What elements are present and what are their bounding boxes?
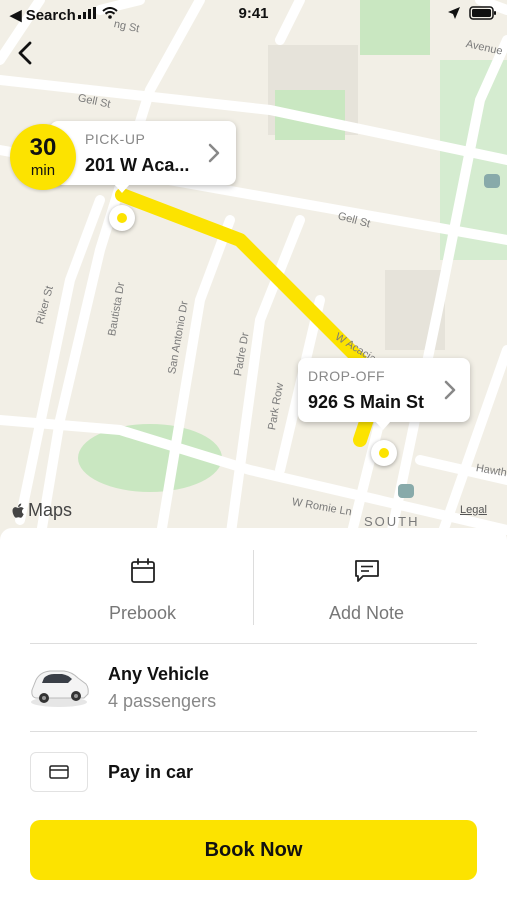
add-note-button[interactable]: Add Note	[254, 528, 479, 643]
vehicle-row[interactable]: Any Vehicle 4 passengers	[0, 644, 507, 730]
apple-logo-icon	[12, 503, 24, 518]
pickup-address: 201 W Aca...	[85, 155, 190, 175]
maps-label: Maps	[28, 500, 73, 520]
chevron-right-icon	[444, 380, 456, 400]
dropoff-address: 926 S Main St	[308, 392, 425, 412]
car-icon	[31, 670, 89, 707]
eta-value: 30	[29, 134, 57, 161]
payment-label: Pay in car	[108, 762, 194, 782]
payment-icon-box	[30, 752, 88, 792]
pickup-pin	[109, 205, 135, 231]
calendar-icon	[130, 558, 155, 583]
message-icon	[354, 560, 379, 582]
eta-badge: 30 min	[10, 124, 76, 190]
location-arrow-icon	[448, 7, 460, 19]
dropoff-caption: DROP-OFF	[308, 368, 386, 384]
district-label: SOUTH	[364, 514, 420, 529]
credit-card-icon	[49, 765, 69, 779]
maps-attribution: Maps	[12, 500, 72, 521]
back-button[interactable]	[10, 36, 40, 70]
pickup-callout[interactable]: PICK-UP 201 W Aca...	[50, 121, 236, 185]
dropoff-pin	[371, 440, 397, 466]
eta-unit: min	[30, 162, 56, 179]
pickup-caption: PICK-UP	[85, 131, 146, 147]
vehicle-subtitle: 4 passengers	[108, 691, 217, 711]
status-time: 9:41	[238, 5, 269, 22]
battery-icon	[469, 6, 496, 20]
prebook-button[interactable]: Prebook	[30, 528, 255, 643]
map-view[interactable]: ng St Gell St Gell St Avenue Riker St Ba…	[0, 0, 507, 540]
chevron-right-icon	[208, 143, 220, 163]
book-now-button[interactable]: Book Now	[30, 820, 477, 880]
callout-pointer	[375, 421, 391, 430]
callout-pointer	[114, 184, 130, 193]
status-icons	[447, 6, 497, 20]
vehicle-title: Any Vehicle	[108, 664, 210, 684]
dropoff-callout[interactable]: DROP-OFF 926 S Main St	[298, 358, 470, 422]
map-base	[0, 0, 507, 540]
legal-link[interactable]: Legal	[460, 504, 487, 516]
payment-row[interactable]: Pay in car	[0, 732, 507, 812]
status-bar: ◀ Search 9:41	[0, 0, 507, 30]
signal-wifi	[78, 7, 118, 19]
wifi-icon	[102, 7, 118, 19]
chevron-left-icon	[18, 41, 32, 65]
cellular-signal-icon	[78, 7, 96, 19]
add-note-label: Add Note	[328, 603, 405, 623]
prebook-label: Prebook	[108, 603, 177, 623]
booking-sheet: Prebook Add Note Any Vehicle 4 passenger…	[0, 528, 507, 900]
